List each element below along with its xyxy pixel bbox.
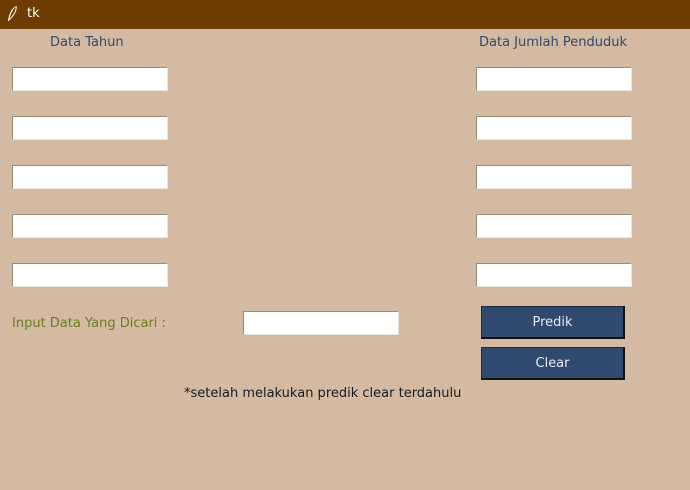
population-input-3[interactable] (476, 165, 632, 189)
search-input[interactable] (243, 311, 399, 335)
population-input-1[interactable] (476, 67, 632, 91)
clear-button[interactable]: Clear (481, 347, 625, 380)
predict-button[interactable]: Predik (481, 306, 625, 339)
year-input-2[interactable] (12, 116, 168, 140)
search-input-label: Input Data Yang Dicari : (12, 316, 166, 331)
population-input-2[interactable] (476, 116, 632, 140)
population-input-4[interactable] (476, 214, 632, 238)
title-bar: tk (0, 0, 690, 29)
year-input-1[interactable] (12, 67, 168, 91)
year-input-3[interactable] (12, 165, 168, 189)
year-input-5[interactable] (12, 263, 168, 287)
feather-icon (6, 5, 18, 23)
year-column-header: Data Tahun (50, 35, 124, 50)
population-column-header: Data Jumlah Penduduk (479, 35, 627, 50)
population-input-5[interactable] (476, 263, 632, 287)
year-input-4[interactable] (12, 214, 168, 238)
note-text: *setelah melakukan predik clear terdahul… (184, 386, 462, 401)
window-title: tk (27, 6, 40, 21)
